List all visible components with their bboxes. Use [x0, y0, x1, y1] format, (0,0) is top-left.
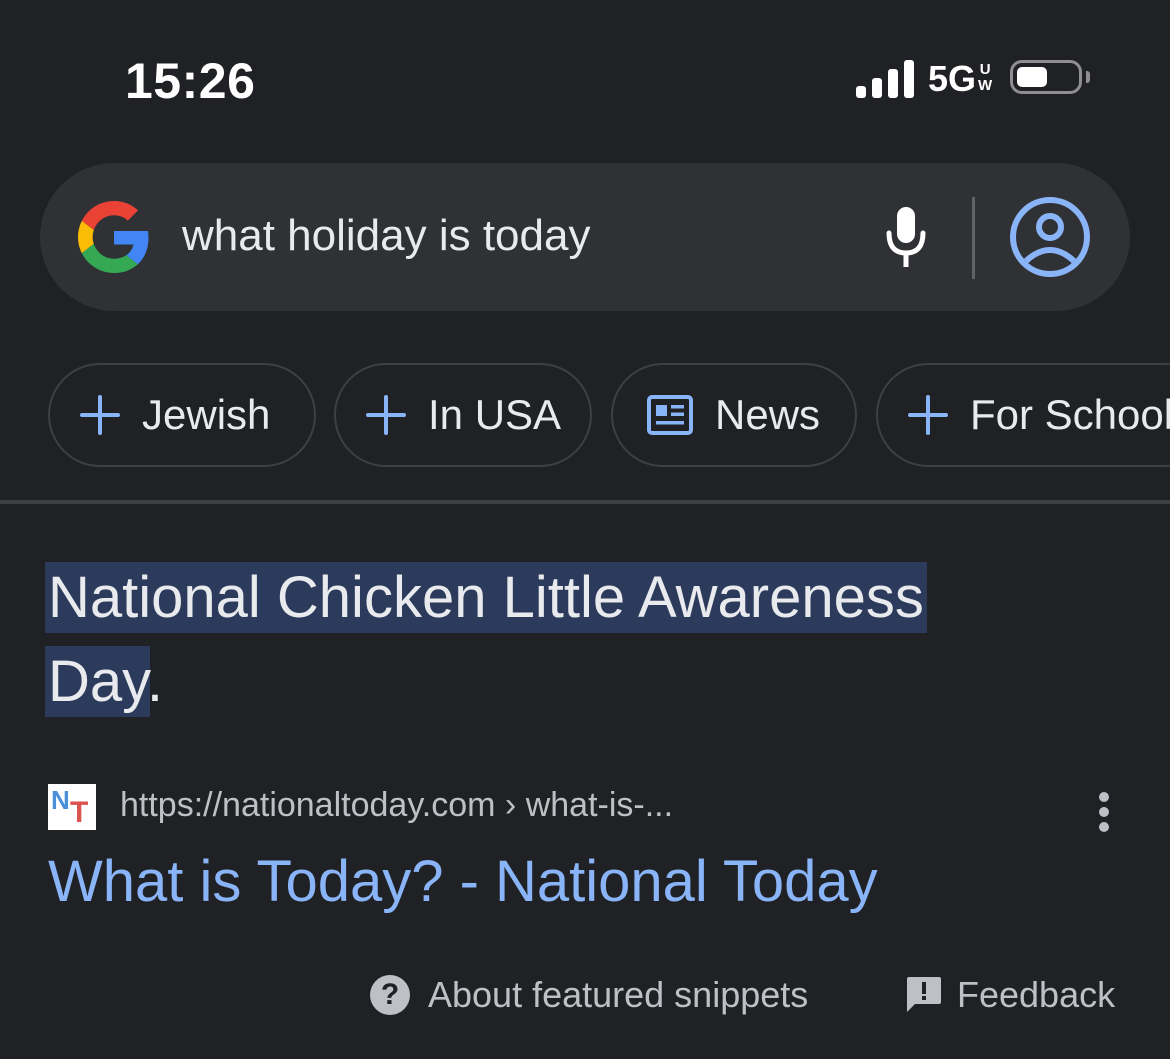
featured-snippet-answer: National Chicken Little Awareness Day. — [48, 556, 1048, 724]
chip-label: For School — [970, 391, 1170, 438]
section-divider — [0, 500, 1170, 504]
network-indicator: 5G U W — [928, 58, 992, 100]
filter-chips: Jewish In USA News For School — [0, 363, 1170, 471]
status-time: 15:26 — [125, 53, 256, 109]
network-label: 5G — [928, 58, 977, 99]
search-bar[interactable]: what holiday is today — [40, 163, 1130, 311]
site-favicon: N T — [48, 784, 96, 830]
battery-level — [1017, 67, 1047, 87]
google-g-icon[interactable] — [78, 201, 150, 273]
battery-icon — [1010, 60, 1082, 94]
account-circle-icon[interactable] — [1008, 195, 1092, 279]
source-url[interactable]: https://nationaltoday.com › what-is-... — [120, 786, 673, 825]
plus-icon — [366, 395, 406, 435]
more-vertical-icon[interactable] — [1091, 792, 1117, 832]
answer-highlight-2: Day — [48, 649, 147, 714]
network-sup-bottom: W — [978, 77, 993, 94]
chip-jewish[interactable]: Jewish — [48, 363, 316, 467]
chip-label: Jewish — [142, 391, 271, 438]
favicon-letter-t: T — [70, 796, 89, 829]
network-superscript: U W — [978, 62, 992, 94]
network-sup-top: U — [979, 61, 991, 78]
chip-news[interactable]: News — [611, 363, 857, 467]
cellular-signal-icon — [856, 58, 916, 98]
chip-for-school[interactable]: For School — [876, 363, 1170, 467]
feedback-icon — [907, 977, 941, 1012]
snippet-footer: ? About featured snippets Feedback — [0, 968, 1170, 1028]
favicon-letter-n: N — [51, 785, 70, 815]
result-title-link[interactable]: What is Today? - National Today — [48, 848, 878, 915]
answer-period: . — [146, 649, 163, 714]
chip-in-usa[interactable]: In USA — [334, 363, 592, 467]
chip-label: News — [715, 391, 821, 438]
feedback-label: Feedback — [957, 974, 1116, 1015]
plus-icon — [908, 395, 948, 435]
chip-label: In USA — [428, 391, 562, 438]
plus-icon — [80, 395, 120, 435]
result-source[interactable]: N T https://nationaltoday.com › what-is-… — [48, 782, 1128, 832]
about-featured-snippets-link[interactable]: ? About featured snippets — [370, 974, 808, 1016]
search-input[interactable]: what holiday is today — [182, 211, 590, 261]
search-divider — [972, 197, 975, 279]
battery-tip — [1086, 71, 1090, 83]
newspaper-icon — [647, 395, 693, 435]
answer-highlight: National Chicken Little Awareness — [48, 565, 924, 630]
status-bar: 15:26 5G U W — [0, 0, 1170, 150]
microphone-icon[interactable] — [882, 205, 930, 271]
help-icon: ? — [370, 975, 410, 1015]
about-label: About featured snippets — [428, 974, 809, 1015]
feedback-button[interactable]: Feedback — [905, 974, 1115, 1016]
